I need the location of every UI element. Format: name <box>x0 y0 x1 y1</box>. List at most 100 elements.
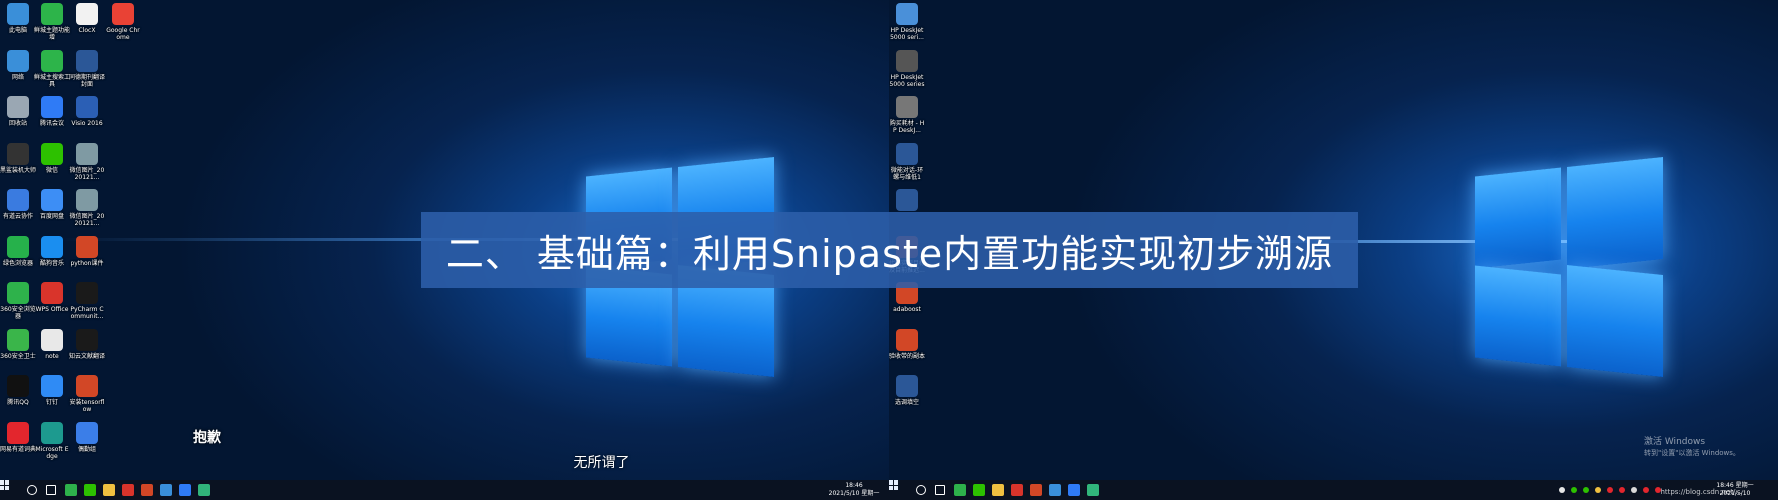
tray-app-icon[interactable] <box>1631 487 1637 493</box>
taskbar-clock[interactable]: 18:46 2021/5/10 星期一 <box>819 482 889 498</box>
desktop-icon[interactable]: 鲜城主搜索工具 <box>34 49 70 88</box>
desktop-icon[interactable]: 腾讯QQ <box>0 375 36 406</box>
tray-app-icon[interactable] <box>1607 487 1613 493</box>
desktop-icon[interactable]: Google Chrome <box>105 3 141 41</box>
word-doc-icon <box>896 189 918 211</box>
desktop-icon-label: Visio 2016 <box>71 120 103 127</box>
tray-app-icon[interactable] <box>1643 487 1649 493</box>
desktop-icon[interactable]: 黑鲨装机大师 <box>0 142 37 174</box>
desktop-icon-label: HP DeskJet 5000 seri... <box>890 27 924 41</box>
desktop-icon[interactable]: 绿色浏览器 <box>0 235 36 267</box>
desktop-icon[interactable]: PyCharm Communit... <box>69 282 105 320</box>
desktop-icon[interactable]: 有道云协作 <box>0 189 36 220</box>
image-file-icon <box>76 142 98 165</box>
desktop-icon[interactable]: 知云文献翻译 <box>69 328 105 360</box>
pycharm-icon[interactable] <box>198 484 210 496</box>
pycharm-icon[interactable] <box>1087 484 1099 496</box>
video-subtitle: 无所谓了 <box>573 455 630 471</box>
desktop-icon[interactable]: 同德期刊翻译封面 <box>69 49 106 88</box>
taskbar: 18:46 2021/5/10 星期一 <box>0 480 889 500</box>
360-browser-icon <box>7 282 29 304</box>
ppt-icon[interactable] <box>141 484 153 496</box>
ppt-file-icon <box>76 235 98 258</box>
wechat-icon <box>41 142 63 165</box>
task-view-icon[interactable] <box>935 485 945 495</box>
start-button[interactable] <box>0 480 10 490</box>
desktop-icon-label: 验收带的副本 <box>889 352 926 360</box>
desktop-icon[interactable]: 360安全浏览器 <box>0 282 36 320</box>
activate-subtitle: 转到"设置"以激活 Windows。 <box>1644 449 1740 457</box>
wps-icon[interactable] <box>1011 484 1023 496</box>
desktop-icon[interactable]: 鲜城主题功能增 <box>34 3 70 41</box>
qq-icon <box>7 375 29 397</box>
tray-app-icon[interactable] <box>1595 487 1601 493</box>
desktop-icon-label: python课件 <box>70 259 104 267</box>
screen-tool-icon[interactable] <box>160 484 172 496</box>
ppt-icon[interactable] <box>1030 484 1042 496</box>
desktop-icon-label: 同德期刊翻译封面 <box>69 73 106 88</box>
desktop-icon[interactable]: HP DeskJet 5000 series <box>889 49 925 88</box>
desktop-icon[interactable]: HP DeskJet 5000 seri... <box>889 3 925 41</box>
desktop-icon[interactable]: 酷狗音乐 <box>34 235 70 267</box>
desktop-icon[interactable]: 微能对话-环螺与维低1 <box>889 142 925 181</box>
360-guard-icon <box>7 328 29 351</box>
wps-icon[interactable] <box>122 484 134 496</box>
file-explorer-icon[interactable] <box>992 484 1004 496</box>
desktop-icon[interactable]: 百度网盘 <box>34 189 70 220</box>
desktop-icon[interactable]: 钉钉 <box>34 375 70 406</box>
tray-app-icon[interactable] <box>1619 487 1625 493</box>
wechat-icon[interactable] <box>84 484 96 496</box>
desktop-icon[interactable]: 微信 <box>34 142 70 174</box>
start-button[interactable] <box>889 480 899 490</box>
desktop-icon[interactable]: 回收站 <box>0 96 36 127</box>
desktop-icon-label: 腾讯会议 <box>39 120 64 127</box>
banner-title: 二、 基础篇：利用Snipaste内置功能实现初步溯源 <box>445 231 1334 276</box>
desktop-icon[interactable]: 购买耗材 - HP DeskJ... <box>889 96 925 134</box>
tray-up-arrow-icon[interactable] <box>1559 487 1565 493</box>
desktop-icon[interactable]: 偶勤组 <box>69 421 105 453</box>
subtitle-overlay: 抱歉 <box>193 430 221 446</box>
clock-icon <box>76 3 98 25</box>
desktop-icon[interactable]: 安装tensorflow <box>69 375 105 413</box>
blue-app-icon[interactable] <box>179 484 191 496</box>
wechat-icon[interactable] <box>973 484 985 496</box>
desktop-icon-label: 绿色浏览器 <box>2 259 33 267</box>
file-explorer-icon[interactable] <box>103 484 115 496</box>
desktop-icon-label: 黑鲨装机大师 <box>0 166 37 174</box>
desktop-icon[interactable]: note <box>34 328 70 360</box>
desktop-icon[interactable]: 此电脑 <box>0 3 36 34</box>
desktop-icon[interactable] <box>889 189 925 213</box>
watermark: https://blog.csdn.net/... <box>1660 488 1742 496</box>
ppt-file-icon <box>896 328 918 351</box>
desktop-icon[interactable]: 验收带的副本 <box>889 328 926 360</box>
360-browser-icon[interactable] <box>954 484 966 496</box>
search-icon[interactable] <box>916 485 926 495</box>
blue-app-icon[interactable] <box>1068 484 1080 496</box>
desktop-icon[interactable]: 选调填空 <box>889 375 925 406</box>
desktop-icon-label: PyCharm Communit... <box>70 306 104 320</box>
desktop-icon-label: 微信图片_2020121... <box>69 213 105 227</box>
desktop-icon[interactable]: Visio 2016 <box>69 96 105 127</box>
desktop-icon[interactable]: 微信图片_2020121... <box>69 189 105 227</box>
image-file-icon <box>76 189 98 211</box>
desktop-icon[interactable]: 360安全卫士 <box>0 328 36 360</box>
computer-icon <box>7 3 29 25</box>
chrome-icon <box>112 3 134 25</box>
screen-tool-icon[interactable] <box>1049 484 1061 496</box>
word-doc-icon <box>896 375 918 397</box>
desktop-icon-label: 回收站 <box>8 120 27 127</box>
ppt-file-icon <box>76 375 98 397</box>
desktop-icon[interactable]: 微信图片_2020121... <box>69 142 105 181</box>
desktop-icon[interactable]: ClocX <box>69 3 105 34</box>
desktop-icon[interactable]: 腾讯会议 <box>34 96 70 127</box>
tray-app-icon[interactable] <box>1583 487 1589 493</box>
task-view-icon[interactable] <box>46 485 56 495</box>
desktop-icon[interactable]: 网易有道词典 <box>0 421 36 453</box>
desktop-icon[interactable]: WPS Office <box>34 282 70 313</box>
desktop-icon[interactable]: python课件 <box>69 235 105 267</box>
search-tool-icon <box>41 49 63 72</box>
desktop-icon[interactable]: 网络 <box>0 49 36 81</box>
search-icon[interactable] <box>27 485 37 495</box>
tray-wechat-icon[interactable] <box>1571 487 1577 493</box>
360-browser-icon[interactable] <box>65 484 77 496</box>
